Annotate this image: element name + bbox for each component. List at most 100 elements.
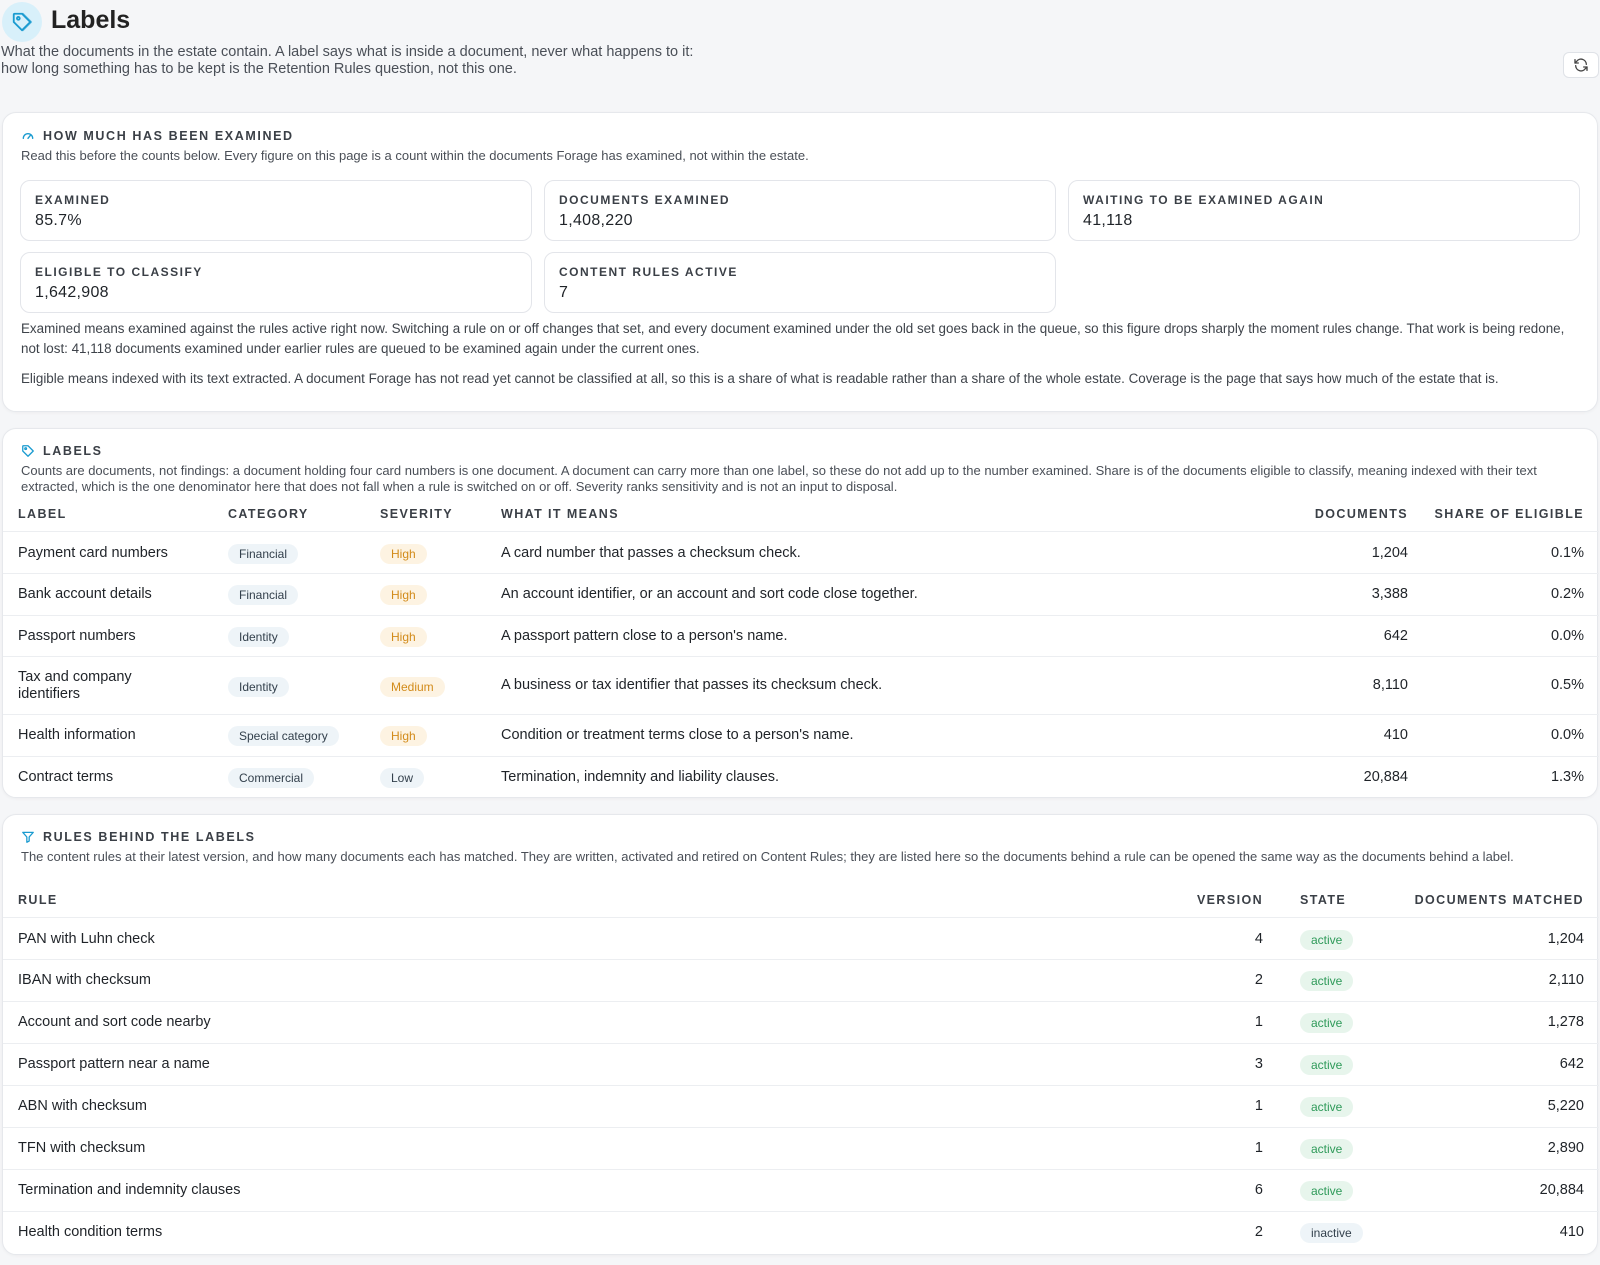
col-severity[interactable]: SEVERITY bbox=[380, 507, 453, 521]
category-badge: Commercial bbox=[228, 768, 315, 788]
table-row[interactable]: IBAN with checksum 2 active 2,110 bbox=[3, 959, 1599, 1001]
rule-version: 3 bbox=[1254, 1056, 1263, 1072]
rule-matched[interactable]: 20,884 bbox=[1383, 1182, 1584, 1198]
col-matched[interactable]: DOCUMENTS MATCHED bbox=[1383, 893, 1584, 907]
col-documents[interactable]: DOCUMENTS bbox=[1218, 507, 1408, 521]
severity-badge: High bbox=[380, 627, 427, 647]
examined-card: HOW MUCH HAS BEEN EXAMINED Read this bef… bbox=[2, 112, 1598, 412]
examined-note: Examined means examined against the rule… bbox=[21, 321, 1565, 356]
rule-matched[interactable]: 2,890 bbox=[1383, 1140, 1584, 1156]
rule-version: 1 bbox=[1254, 1140, 1263, 1156]
state-badge: active bbox=[1300, 971, 1354, 991]
examined-subtitle: Read this before the counts below. Every… bbox=[21, 148, 809, 163]
rule-name: Account and sort code nearby bbox=[18, 1014, 211, 1030]
rule-matched[interactable]: 410 bbox=[1383, 1224, 1584, 1240]
table-row[interactable]: Health condition terms 2 inactive 410 bbox=[3, 1211, 1599, 1254]
state-badge: active bbox=[1300, 1181, 1354, 1201]
rule-name: ABN with checksum bbox=[18, 1098, 147, 1114]
rule-matched[interactable]: 2,110 bbox=[1383, 972, 1584, 988]
stat-waiting: WAITING TO BE EXAMINED AGAIN 41,118 bbox=[1068, 180, 1580, 241]
state-badge: inactive bbox=[1300, 1223, 1363, 1243]
filter-icon bbox=[22, 831, 34, 843]
stat-value: 85.7% bbox=[35, 212, 82, 229]
table-row[interactable]: Termination and indemnity clauses 6 acti… bbox=[3, 1169, 1599, 1211]
label-share: 0.0% bbox=[1550, 628, 1584, 644]
col-share[interactable]: SHARE OF ELIGIBLE bbox=[1383, 507, 1584, 521]
table-row[interactable]: Tax and company identifiers Identity Med… bbox=[3, 656, 1599, 714]
label-name: Contract terms bbox=[18, 769, 114, 785]
stat-label: WAITING TO BE EXAMINED AGAIN bbox=[1083, 193, 1325, 207]
stat-eligible: ELIGIBLE TO CLASSIFY 1,642,908 bbox=[20, 252, 532, 313]
table-row[interactable]: TFN with checksum 1 active 2,890 bbox=[3, 1127, 1599, 1169]
rule-matched[interactable]: 642 bbox=[1383, 1056, 1584, 1072]
rules-subtitle: The content rules at their latest versio… bbox=[21, 849, 1514, 864]
col-rule[interactable]: RULE bbox=[18, 893, 58, 907]
col-meaning[interactable]: WHAT IT MEANS bbox=[501, 507, 619, 521]
state-badge: active bbox=[1300, 1013, 1354, 1033]
stat-rules-active: CONTENT RULES ACTIVE 7 bbox=[544, 252, 1056, 313]
rule-version: 6 bbox=[1254, 1182, 1263, 1198]
state-badge: active bbox=[1300, 1097, 1354, 1117]
labels-card: LABELS Counts are documents, not finding… bbox=[2, 428, 1599, 798]
severity-badge: Low bbox=[380, 768, 425, 788]
col-label[interactable]: LABEL bbox=[18, 507, 67, 521]
label-documents[interactable]: 642 bbox=[1218, 628, 1408, 644]
rule-name: IBAN with checksum bbox=[18, 972, 151, 988]
stat-examined: EXAMINED 85.7% bbox=[20, 180, 532, 241]
rule-version: 2 bbox=[1254, 1224, 1263, 1240]
rule-matched[interactable]: 1,204 bbox=[1383, 931, 1584, 947]
stat-label: ELIGIBLE TO CLASSIFY bbox=[35, 265, 203, 279]
category-badge: Identity bbox=[228, 627, 289, 647]
label-documents[interactable]: 410 bbox=[1218, 727, 1408, 743]
category-badge: Financial bbox=[228, 544, 299, 564]
stat-value: 41,118 bbox=[1083, 212, 1133, 229]
rule-name: TFN with checksum bbox=[18, 1140, 146, 1156]
refresh-button[interactable] bbox=[1563, 52, 1599, 78]
refresh-icon bbox=[1574, 58, 1588, 72]
label-name: Tax and company identifiers bbox=[18, 669, 132, 702]
stat-label: EXAMINED bbox=[35, 193, 111, 207]
label-share: 0.0% bbox=[1550, 727, 1584, 743]
gauge-icon bbox=[22, 133, 34, 140]
col-version[interactable]: VERSION bbox=[1103, 893, 1263, 907]
stat-label: CONTENT RULES ACTIVE bbox=[559, 265, 738, 279]
category-badge: Financial bbox=[228, 585, 299, 605]
label-documents[interactable]: 1,204 bbox=[1218, 545, 1408, 561]
label-meaning: A business or tax identifier that passes… bbox=[501, 677, 883, 693]
col-state[interactable]: STATE bbox=[1300, 893, 1346, 907]
table-row[interactable]: Bank account details Financial High An a… bbox=[3, 573, 1599, 615]
stat-label: DOCUMENTS EXAMINED bbox=[559, 193, 731, 207]
rule-name: Health condition terms bbox=[18, 1224, 163, 1240]
table-row[interactable]: ABN with checksum 1 active 5,220 bbox=[3, 1085, 1599, 1127]
state-badge: active bbox=[1300, 1139, 1354, 1159]
category-badge: Identity bbox=[228, 677, 289, 697]
tag-icon bbox=[2, 2, 42, 42]
stat-documents-examined: DOCUMENTS EXAMINED 1,408,220 bbox=[544, 180, 1056, 241]
label-documents[interactable]: 8,110 bbox=[1218, 677, 1408, 693]
table-row[interactable]: Payment card numbers Financial High A ca… bbox=[3, 531, 1599, 573]
label-documents[interactable]: 20,884 bbox=[1218, 769, 1408, 785]
stat-value: 1,642,908 bbox=[35, 284, 109, 301]
rule-matched[interactable]: 1,278 bbox=[1383, 1014, 1584, 1030]
label-meaning: A card number that passes a checksum che… bbox=[501, 545, 801, 561]
table-row[interactable]: Passport pattern near a name 3 active 64… bbox=[3, 1043, 1599, 1085]
stat-value: 1,408,220 bbox=[559, 212, 633, 229]
rule-matched[interactable]: 5,220 bbox=[1383, 1098, 1584, 1114]
table-row[interactable]: Passport numbers Identity High A passpor… bbox=[3, 615, 1599, 656]
rule-version: 2 bbox=[1254, 972, 1263, 988]
col-category[interactable]: CATEGORY bbox=[228, 507, 309, 521]
label-documents[interactable]: 3,388 bbox=[1218, 586, 1408, 602]
table-row[interactable]: Contract terms Commercial Low Terminatio… bbox=[3, 756, 1599, 798]
rule-name: Termination and indemnity clauses bbox=[18, 1182, 241, 1198]
state-badge: active bbox=[1300, 930, 1354, 950]
rule-name: PAN with Luhn check bbox=[18, 931, 155, 947]
label-meaning: An account identifier, or an account and… bbox=[501, 586, 918, 602]
label-share: 0.2% bbox=[1550, 586, 1584, 602]
rules-title: RULES BEHIND THE LABELS bbox=[43, 830, 256, 844]
label-meaning: A passport pattern close to a person's n… bbox=[501, 628, 788, 644]
examined-title: HOW MUCH HAS BEEN EXAMINED bbox=[43, 129, 294, 143]
table-row[interactable]: Account and sort code nearby 1 active 1,… bbox=[3, 1001, 1599, 1043]
table-row[interactable]: PAN with Luhn check 4 active 1,204 bbox=[3, 917, 1599, 959]
table-row[interactable]: Health information Special category High… bbox=[3, 714, 1599, 756]
rule-version: 1 bbox=[1254, 1098, 1263, 1114]
